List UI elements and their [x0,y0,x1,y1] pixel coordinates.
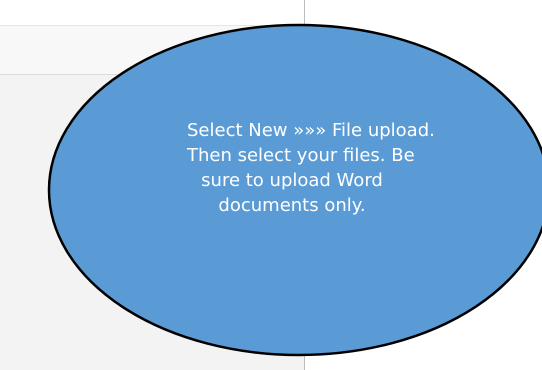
screenshot-stage: Select New »»» File upload. Then select … [0,0,542,370]
callout-line-1: Select New »»» File upload. [187,120,435,141]
callout-line-3: sure to upload Word [201,170,383,191]
callout-text: Select New »»» File upload. Then select … [187,118,435,218]
callout-line-2: Then select your files. Be [187,145,415,166]
callout-line-4: documents only. [218,195,366,216]
